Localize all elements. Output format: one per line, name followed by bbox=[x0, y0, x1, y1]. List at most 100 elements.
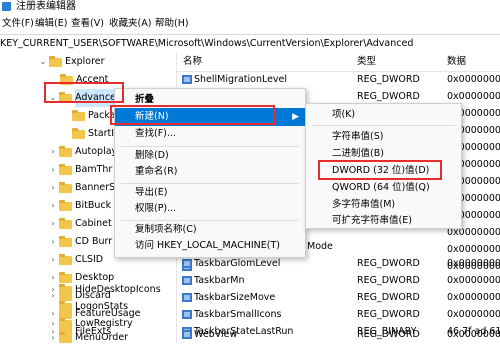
tree-node-label: CD Burr bbox=[75, 236, 113, 247]
value-data: 0x00000000 bbox=[447, 258, 500, 269]
value-row[interactable]: TaskbarSizeMove REG_DWORD 0x00000000 bbox=[177, 289, 500, 306]
value-type: REG_DWORD bbox=[357, 292, 420, 303]
menu-item-label: 重命名(R) bbox=[135, 166, 178, 177]
value-data: 0x00000000 bbox=[447, 292, 500, 303]
reg-dword-icon bbox=[182, 330, 192, 339]
value-name: TaskbarSizeMove bbox=[194, 292, 276, 303]
tree-node-label: BannerS bbox=[75, 182, 116, 193]
folder-icon bbox=[59, 92, 72, 103]
value-name: WebView bbox=[194, 329, 238, 340]
address-path[interactable]: KEY_CURRENT_USER\SOFTWARE\Microsoft\Wind… bbox=[0, 35, 413, 53]
menu-item-label: 项(K) bbox=[332, 109, 356, 120]
chevron-right-icon[interactable]: › bbox=[48, 251, 58, 269]
regedit-app-icon bbox=[2, 2, 11, 11]
reg-dword-icon bbox=[182, 310, 192, 319]
value-name: Mode bbox=[307, 241, 333, 252]
value-name: TaskbarSmallIcons bbox=[194, 309, 282, 320]
values-header: 名称 类型 数据 bbox=[177, 53, 500, 72]
menu-file[interactable]: 文件(F) bbox=[2, 14, 34, 34]
value-type: REG_DWORD bbox=[357, 329, 420, 340]
chevron-right-icon[interactable]: › bbox=[48, 215, 58, 233]
menu-item-label: 权限(P)... bbox=[135, 203, 177, 214]
tree-node-label: Packa bbox=[88, 110, 116, 121]
tree-node-label: CLSID bbox=[75, 254, 104, 265]
value-row[interactable]: TaskbarSmallIcons REG_DWORD 0x00000000 bbox=[177, 306, 500, 323]
submenu-item-dword[interactable]: DWORD (32 位)值(D) bbox=[306, 162, 461, 180]
reg-dword-icon bbox=[182, 293, 192, 302]
tree-node-label: Autoplay bbox=[75, 146, 118, 157]
chevron-right-icon[interactable]: › bbox=[48, 179, 58, 197]
folder-icon bbox=[59, 318, 72, 329]
menu-item-find[interactable]: 查找(F)... bbox=[115, 125, 305, 143]
folder-icon bbox=[59, 332, 72, 343]
value-data: 0x00000000 bbox=[447, 275, 500, 286]
folder-icon bbox=[59, 200, 72, 211]
title-bar: 注册表编辑器 bbox=[0, 0, 500, 14]
folder-icon bbox=[59, 272, 72, 283]
menu-edit[interactable]: 编辑(E) bbox=[35, 14, 67, 34]
new-submenu: 项(K) 字符串值(S) 二进制值(B) DWORD (32 位)值(D) QW… bbox=[305, 103, 462, 229]
value-name: ShellMigrationLevel bbox=[194, 74, 288, 85]
value-type: REG_DWORD bbox=[357, 74, 420, 85]
value-row[interactable]: WebView REG_DWORD 0x00000001 bbox=[177, 326, 500, 343]
value-row[interactable]: ShellMigrationLevel REG_DWORD 0x00000003 bbox=[177, 71, 500, 88]
menu-item-label: 二进制值(B) bbox=[332, 148, 384, 159]
submenu-item-key[interactable]: 项(K) bbox=[306, 106, 461, 124]
chevron-right-icon[interactable]: › bbox=[48, 281, 58, 299]
chevron-right-icon[interactable]: › bbox=[48, 197, 58, 215]
chevron-down-icon[interactable]: ⌄ bbox=[48, 89, 58, 107]
reg-dword-icon bbox=[182, 75, 192, 84]
menu-bar: 文件(F) 编辑(E) 查看(V) 收藏夹(A) 帮助(H) bbox=[0, 14, 500, 34]
menu-item-label: DWORD (32 位)值(D) bbox=[332, 165, 430, 176]
window-title: 注册表编辑器 bbox=[16, 1, 76, 12]
folder-icon bbox=[72, 110, 85, 121]
menu-view[interactable]: 查看(V) bbox=[71, 14, 104, 34]
folder-icon bbox=[49, 56, 62, 67]
reg-dword-icon bbox=[182, 276, 192, 285]
folder-icon bbox=[59, 146, 72, 157]
menu-item-collapse[interactable]: 折叠 bbox=[115, 91, 305, 109]
value-data: 0x00000001 bbox=[447, 329, 500, 340]
menu-item-label: 新建(N) bbox=[135, 111, 169, 122]
folder-icon bbox=[59, 254, 72, 265]
value-type: REG_DWORD bbox=[357, 309, 420, 320]
submenu-item-binary[interactable]: 二进制值(B) bbox=[306, 145, 461, 163]
value-type: REG_DWORD bbox=[357, 275, 420, 286]
chevron-right-icon[interactable]: › bbox=[48, 233, 58, 251]
value-name: TaskbarMn bbox=[194, 275, 245, 286]
tree-node-label: Cabinet bbox=[75, 218, 112, 229]
menu-item-new[interactable]: 新建(N) ▶ bbox=[115, 108, 305, 126]
tree-node-label: BitBuck bbox=[75, 200, 112, 211]
menu-help[interactable]: 帮助(H) bbox=[155, 14, 189, 34]
column-data[interactable]: 数据 bbox=[447, 53, 466, 71]
chevron-right-icon[interactable]: › bbox=[48, 161, 58, 179]
menu-item-goto-hklm[interactable]: 访问 HKEY_LOCAL_MACHINE(T) bbox=[115, 237, 305, 255]
menu-item-label: 字符串值(S) bbox=[332, 131, 384, 142]
menu-item-label: QWORD (64 位)值(Q) bbox=[332, 182, 430, 193]
chevron-right-icon[interactable]: › bbox=[48, 143, 58, 161]
menu-item-label: 可扩充字符串值(E) bbox=[332, 215, 412, 226]
folder-icon bbox=[59, 218, 72, 229]
column-name[interactable]: 名称 bbox=[183, 53, 202, 71]
folder-icon bbox=[59, 182, 72, 193]
reg-dword-icon bbox=[182, 259, 192, 268]
menu-item-permissions[interactable]: 权限(P)... bbox=[115, 200, 305, 218]
tree-node-label: Explorer bbox=[65, 56, 105, 67]
folder-icon bbox=[59, 164, 72, 175]
value-data: 0x00000000 bbox=[447, 309, 500, 320]
address-bar[interactable]: KEY_CURRENT_USER\SOFTWARE\Microsoft\Wind… bbox=[0, 34, 500, 54]
tree-node-label: StartI bbox=[88, 128, 115, 139]
submenu-item-expandable-string[interactable]: 可扩充字符串值(E) bbox=[306, 212, 461, 230]
chevron-right-icon: ▶ bbox=[292, 112, 299, 122]
submenu-item-qword[interactable]: QWORD (64 位)值(Q) bbox=[306, 179, 461, 197]
submenu-item-string[interactable]: 字符串值(S) bbox=[306, 128, 461, 146]
value-row[interactable]: TaskbarMn REG_DWORD 0x00000000 bbox=[177, 272, 500, 289]
column-type[interactable]: 类型 bbox=[357, 53, 376, 71]
tree-node-label: LogonStats bbox=[75, 301, 129, 312]
tree-node-label: HideDesktopIcons bbox=[75, 284, 161, 295]
menu-item-label: 折叠 bbox=[135, 94, 155, 105]
chevron-right-icon[interactable]: › bbox=[48, 329, 58, 347]
chevron-down-icon[interactable]: ⌄ bbox=[38, 53, 48, 71]
menu-favorites[interactable]: 收藏夹(A) bbox=[109, 14, 151, 34]
menu-item-rename[interactable]: 重命名(R) bbox=[115, 163, 305, 181]
